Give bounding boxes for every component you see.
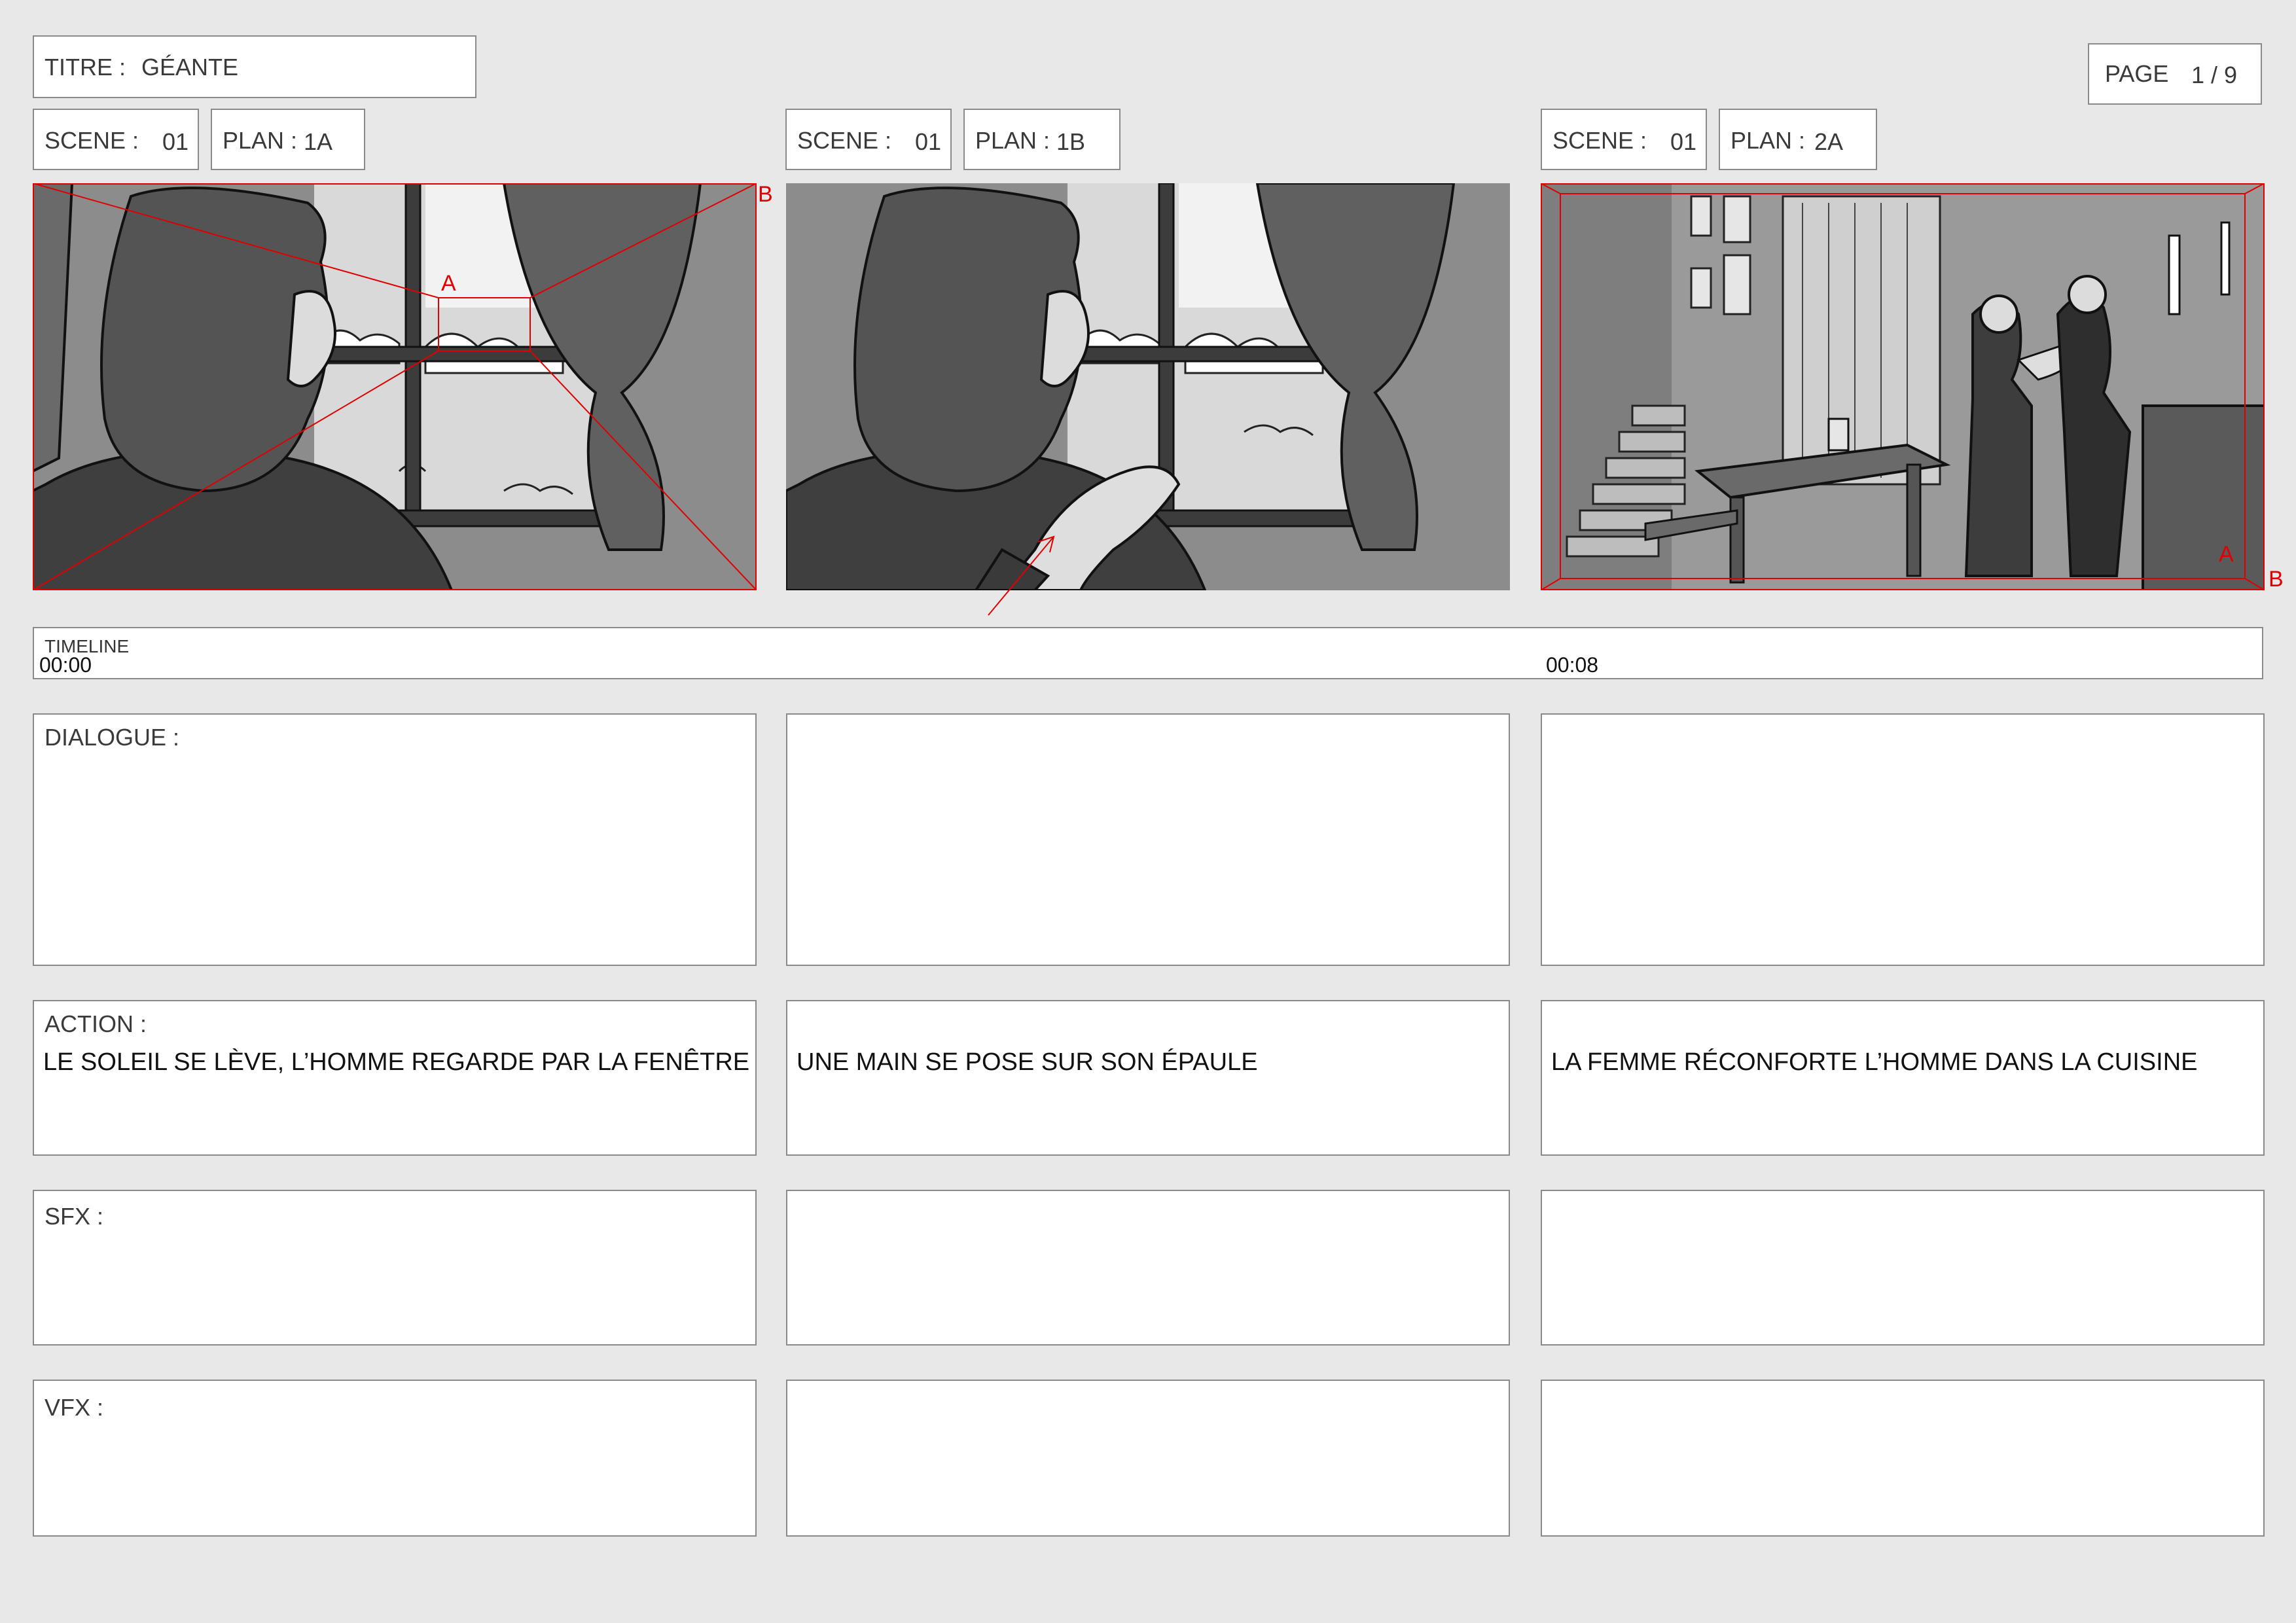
- action-description: LE SOLEIL SE LÈVE, L’HOMME REGARDE PAR L…: [43, 1048, 750, 1076]
- scene-box: SCENE : 01: [785, 109, 952, 170]
- plan-label: PLAN :: [223, 127, 298, 154]
- scene-value: 01: [162, 128, 189, 155]
- scene-label: SCENE :: [797, 127, 892, 154]
- sfx-box[interactable]: [786, 1190, 1510, 1346]
- action-box[interactable]: UNE MAIN SE POSE SUR SON ÉPAULE: [786, 1000, 1510, 1156]
- timeline-bar[interactable]: TIMELINE 00:00 00:08: [33, 627, 2263, 679]
- action-box[interactable]: ACTION : LE SOLEIL SE LÈVE, L’HOMME REGA…: [33, 1000, 757, 1156]
- camera-arrow-icon: [988, 535, 1055, 616]
- action-description: UNE MAIN SE POSE SUR SON ÉPAULE: [797, 1048, 1258, 1076]
- title-label: TITRE :: [45, 54, 126, 80]
- vfx-box[interactable]: [1541, 1380, 2265, 1537]
- page-box: PAGE 1 / 9: [2088, 43, 2262, 105]
- scene-value: 01: [1670, 128, 1697, 155]
- camera-marker-b: B: [758, 182, 773, 207]
- scene-value: 01: [915, 128, 942, 155]
- vfx-label: VFX :: [45, 1394, 104, 1421]
- panel-illustration: [33, 183, 757, 590]
- plan-box: PLAN : 1A: [211, 109, 365, 170]
- dialogue-box[interactable]: [786, 713, 1510, 966]
- panel-illustration: [786, 183, 1510, 590]
- storyboard-panel: A: [33, 183, 757, 590]
- storyboard-panel: [786, 183, 1510, 590]
- sfx-box[interactable]: SFX :: [33, 1190, 757, 1346]
- panel-illustration: [1541, 183, 2265, 590]
- scene-box: SCENE : 01: [1541, 109, 1707, 170]
- timeline-mark: 00:08: [1546, 653, 1599, 677]
- plan-value: 2A: [1814, 128, 1844, 155]
- plan-value: 1B: [1056, 128, 1086, 155]
- dialogue-box[interactable]: [1541, 713, 2265, 966]
- plan-box: PLAN : 2A: [1719, 109, 1877, 170]
- vfx-box[interactable]: VFX :: [33, 1380, 757, 1537]
- camera-marker-a: A: [441, 271, 456, 296]
- vfx-box[interactable]: [786, 1380, 1510, 1537]
- scene-label: SCENE :: [45, 127, 139, 154]
- action-box[interactable]: LA FEMME RÉCONFORTE L’HOMME DANS LA CUIS…: [1541, 1000, 2265, 1156]
- plan-label: PLAN :: [975, 127, 1050, 154]
- camera-marker-b: B: [2269, 567, 2284, 592]
- plan-label: PLAN :: [1731, 127, 1806, 154]
- page-value: 1 / 9: [2191, 62, 2238, 88]
- action-label: ACTION :: [45, 1010, 147, 1037]
- action-description: LA FEMME RÉCONFORTE L’HOMME DANS LA CUIS…: [1551, 1048, 2198, 1076]
- page-label: PAGE: [2105, 60, 2169, 87]
- sfx-label: SFX :: [45, 1203, 104, 1230]
- camera-marker-a: A: [2219, 542, 2234, 567]
- sfx-box[interactable]: [1541, 1190, 2265, 1346]
- dialogue-box[interactable]: DIALOGUE :: [33, 713, 757, 966]
- title-box: TITRE : GÉANTE: [33, 35, 476, 98]
- timeline-start: 00:00: [39, 653, 92, 677]
- scene-label: SCENE :: [1552, 127, 1647, 154]
- storyboard-panel: A: [1541, 183, 2265, 590]
- dialogue-label: DIALOGUE :: [45, 724, 180, 751]
- plan-box: PLAN : 1B: [963, 109, 1121, 170]
- title-value: GÉANTE: [141, 54, 239, 80]
- scene-box: SCENE : 01: [33, 109, 199, 170]
- plan-value: 1A: [304, 128, 333, 155]
